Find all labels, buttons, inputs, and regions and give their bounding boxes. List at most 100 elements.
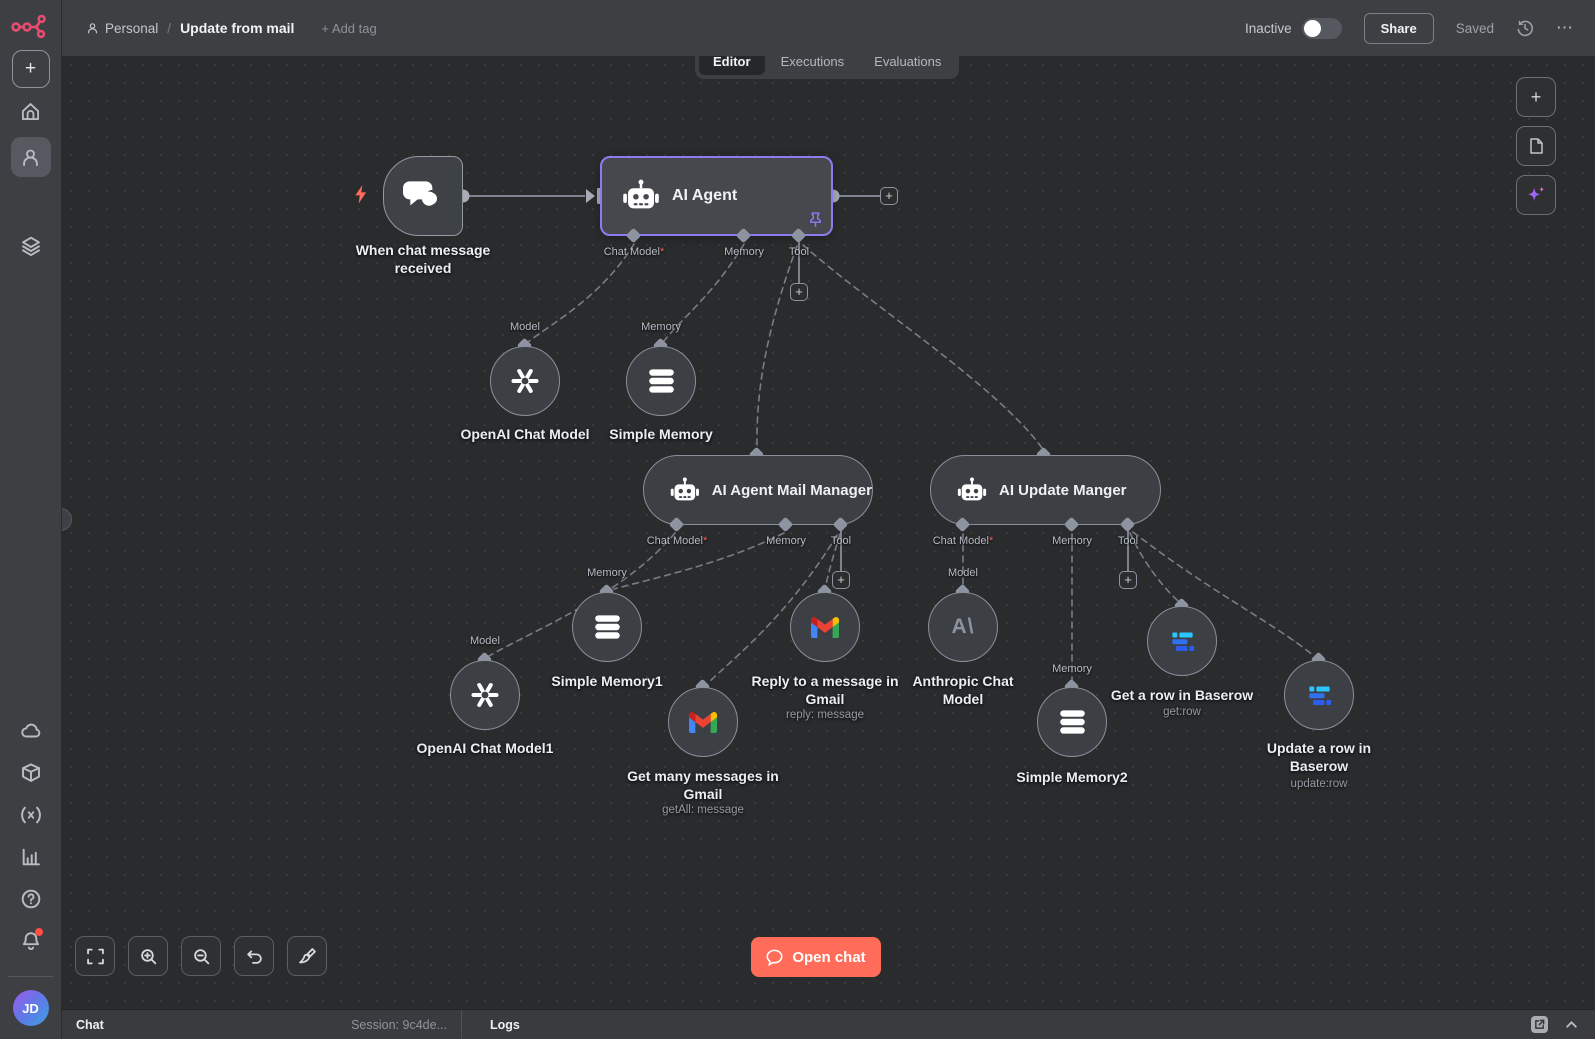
port-label-memory: Memory — [766, 535, 806, 547]
port-label-chat-model: Chat Model* — [603, 246, 665, 258]
port-label-memory: Memory — [641, 321, 681, 333]
undo-button[interactable] — [234, 936, 274, 976]
node-openai-chat-model[interactable] — [490, 346, 560, 416]
chat-session-id: Session: 9c4de... — [351, 1017, 447, 1032]
add-node-button[interactable]: + — [1516, 77, 1556, 117]
node-label: Get many messages in Gmail — [627, 768, 779, 802]
bottom-panel-bar: Chat Session: 9c4de... Logs — [62, 1009, 1595, 1039]
database-icon — [1059, 710, 1085, 734]
sidebar-item-notifications[interactable] — [11, 921, 51, 961]
node-label: Update a row in Baserow — [1266, 740, 1372, 774]
node-subtitle: getAll: message — [662, 804, 744, 816]
input-arrow — [586, 189, 595, 203]
canvas-controls — [75, 936, 327, 976]
sidebar-item-insights[interactable] — [11, 837, 51, 877]
chat-panel-header[interactable]: Chat Session: 9c4de... — [62, 1010, 462, 1039]
port-label-model: Model — [948, 567, 978, 579]
add-node-after-agent-button[interactable]: + — [880, 187, 898, 205]
activation-status-label: Inactive — [1245, 20, 1292, 36]
node-simple-memory1[interactable] — [572, 592, 642, 662]
tidy-up-button[interactable] — [287, 936, 327, 976]
port-label-chat-model: Chat Model* — [932, 535, 994, 547]
node-baserow-get-row[interactable] — [1147, 606, 1217, 676]
node-label: AI Agent — [672, 187, 738, 204]
node-subtitle: reply: message — [786, 709, 864, 721]
chat-panel-title: Chat — [76, 1017, 104, 1032]
sidebar-item-home[interactable] — [11, 91, 51, 131]
node-subtitle: get:row — [1163, 706, 1201, 718]
connection-tool-updateagent — [802, 244, 1043, 449]
node-label: Simple Memory1 — [551, 673, 663, 689]
node-baserow-update-row[interactable] — [1284, 660, 1354, 730]
connection-chatmodel-openai — [527, 243, 635, 343]
port-label-tool: Tool — [830, 535, 852, 547]
fit-view-button[interactable] — [75, 936, 115, 976]
workflow-title[interactable]: Update from mail — [180, 20, 294, 36]
gmail-icon — [811, 616, 839, 638]
sidebar-item-packages[interactable] — [11, 753, 51, 793]
workflow-header: Personal / Update from mail + Add tag In… — [62, 0, 1595, 56]
add-tool-button[interactable]: + — [1119, 571, 1137, 589]
add-tag-button[interactable]: + Add tag — [321, 21, 376, 36]
node-label: Simple Memory — [609, 426, 713, 442]
add-workflow-button[interactable]: + — [11, 50, 50, 88]
popout-panel-button[interactable] — [1531, 1016, 1548, 1033]
port-label-tool: Tool — [788, 246, 810, 258]
port-label-memory: Memory — [1052, 663, 1092, 675]
node-anthropic-chat-model[interactable]: A\ — [928, 592, 998, 662]
node-subtitle: update:row — [1290, 778, 1348, 790]
database-icon — [648, 369, 674, 393]
sidebar-item-templates[interactable] — [11, 226, 51, 266]
add-tool-button[interactable]: + — [832, 571, 850, 589]
node-label: Simple Memory2 — [1016, 769, 1128, 785]
zoom-in-button[interactable] — [128, 936, 168, 976]
history-icon[interactable] — [1516, 19, 1534, 37]
add-sticky-note-button[interactable] — [1516, 126, 1556, 166]
node-gmail-reply[interactable] — [790, 592, 860, 662]
node-label: Anthropic Chat Model — [912, 673, 1014, 707]
robot-icon — [957, 476, 987, 500]
left-sidebar: + JD — [0, 0, 62, 1039]
node-ai-agent[interactable]: AI Agent — [600, 156, 833, 236]
node-label: Reply to a message in Gmail — [751, 673, 899, 707]
port-label-memory: Memory — [1052, 535, 1092, 547]
sidebar-item-help[interactable] — [11, 879, 51, 919]
node-mail-agent[interactable]: AI Agent Mail Manager — [643, 455, 873, 525]
workflow-canvas[interactable]: Editor Executions Evaluations When chat … — [49, 44, 1595, 1009]
node-label: When chat message received — [355, 242, 491, 276]
more-options-button[interactable]: ⋯ — [1556, 18, 1575, 38]
connection-tool-mailagent — [756, 245, 798, 448]
chat-bubbles-icon — [403, 181, 440, 213]
open-chat-button[interactable]: Open chat — [751, 937, 881, 977]
expand-panel-chevron[interactable] — [1564, 1017, 1579, 1032]
sidebar-item-personal[interactable] — [10, 137, 51, 177]
sparkles-icon — [1528, 186, 1545, 202]
ai-assistant-button[interactable] — [1516, 175, 1556, 215]
chat-icon — [766, 949, 783, 966]
node-update-agent[interactable]: AI Update Manger — [930, 455, 1161, 525]
database-icon — [594, 615, 620, 639]
toggle-knob — [1303, 19, 1321, 37]
node-gmail-get-many[interactable] — [668, 687, 738, 757]
node-openai-chat-model1[interactable] — [450, 660, 520, 730]
n8n-logo-icon[interactable] — [10, 10, 50, 47]
port-label-model: Model — [470, 635, 500, 647]
activation-toggle[interactable] — [1301, 17, 1342, 39]
saved-status: Saved — [1455, 20, 1494, 36]
node-simple-memory[interactable] — [626, 346, 696, 416]
port-label-memory: Memory — [587, 567, 627, 579]
breadcrumb-project[interactable]: Personal — [86, 21, 158, 36]
port-label-memory: Memory — [724, 246, 764, 258]
gmail-icon — [689, 711, 717, 733]
user-avatar[interactable]: JD — [12, 990, 49, 1026]
logs-panel-title[interactable]: Logs — [462, 1018, 548, 1032]
share-button[interactable]: Share — [1363, 12, 1434, 44]
sidebar-item-cloud[interactable] — [11, 711, 51, 751]
node-chat-trigger[interactable] — [383, 156, 463, 236]
add-tool-button[interactable]: + — [790, 283, 808, 301]
port-label-model: Model — [510, 321, 540, 333]
openai-icon — [471, 683, 499, 707]
sidebar-item-variables[interactable] — [11, 795, 51, 835]
breadcrumb: Personal / Update from mail + Add tag — [86, 20, 377, 36]
zoom-out-button[interactable] — [181, 936, 221, 976]
